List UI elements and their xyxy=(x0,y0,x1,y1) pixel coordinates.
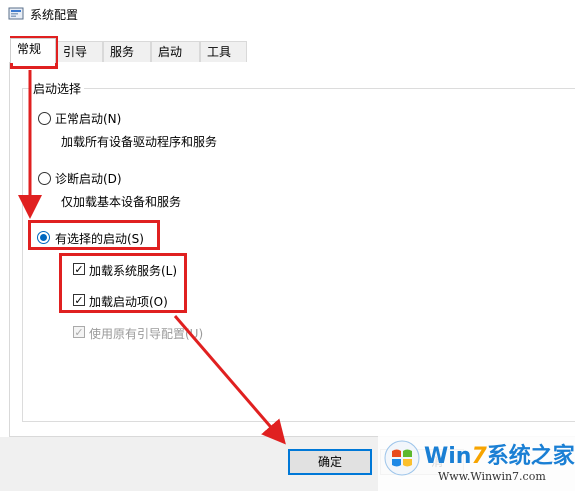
load-services-checkbox[interactable]: ✓ xyxy=(73,263,85,275)
use-original-boot-config-label: 使用原有引导配置(U) xyxy=(89,327,204,341)
tab-label: 服务 xyxy=(110,45,135,59)
windows-logo-icon xyxy=(384,440,420,476)
window-title: 系统配置 xyxy=(30,8,79,22)
msconfig-icon xyxy=(8,7,24,20)
watermark-url: Www.Winwin7.com xyxy=(438,470,546,483)
watermark-brand-prefix: Win xyxy=(424,444,472,469)
normal-startup-label[interactable]: 正常启动(N) xyxy=(55,110,121,127)
diagnostic-startup-desc: 仅加载基本设备和服务 xyxy=(61,195,182,209)
tab-services[interactable]: 服务 xyxy=(103,41,151,62)
tab-label: 启动 xyxy=(158,45,183,59)
watermark: Win7系统之家 Www.Winwin7.com xyxy=(378,436,575,491)
watermark-brand: Win7系统之家 xyxy=(424,438,575,470)
title-bar: 系统配置 xyxy=(0,0,575,30)
watermark-brand-suffix: 系统之家 xyxy=(486,444,575,469)
tab-startup[interactable]: 启动 xyxy=(151,41,200,62)
group-title: 启动选择 xyxy=(30,80,85,97)
ok-button[interactable]: 确定 xyxy=(288,449,372,475)
diagnostic-startup-radio[interactable] xyxy=(38,172,51,185)
use-original-boot-config-checkbox: ✓ xyxy=(73,326,85,339)
tab-label: 引导 xyxy=(63,45,88,59)
load-services-label[interactable]: 加载系统服务(L) xyxy=(89,262,177,279)
tab-boot[interactable]: 引导 xyxy=(56,41,103,62)
selective-startup-radio[interactable] xyxy=(37,231,50,244)
tab-label: 工具 xyxy=(207,45,232,59)
normal-startup-radio[interactable] xyxy=(38,112,51,125)
watermark-brand-digit: 7 xyxy=(471,444,487,469)
ok-button-label: 确定 xyxy=(317,455,342,469)
selective-startup-label[interactable]: 有选择的启动(S) xyxy=(55,230,144,247)
diagnostic-startup-label[interactable]: 诊断启动(D) xyxy=(55,170,122,187)
load-startup-items-label[interactable]: 加载启动项(O) xyxy=(89,293,168,310)
normal-startup-desc: 加载所有设备驱动程序和服务 xyxy=(61,135,218,149)
load-startup-items-checkbox[interactable]: ✓ xyxy=(73,294,85,306)
tab-general[interactable]: 常规 xyxy=(10,38,56,63)
tab-label: 常规 xyxy=(17,42,42,56)
tab-tools[interactable]: 工具 xyxy=(200,41,247,62)
